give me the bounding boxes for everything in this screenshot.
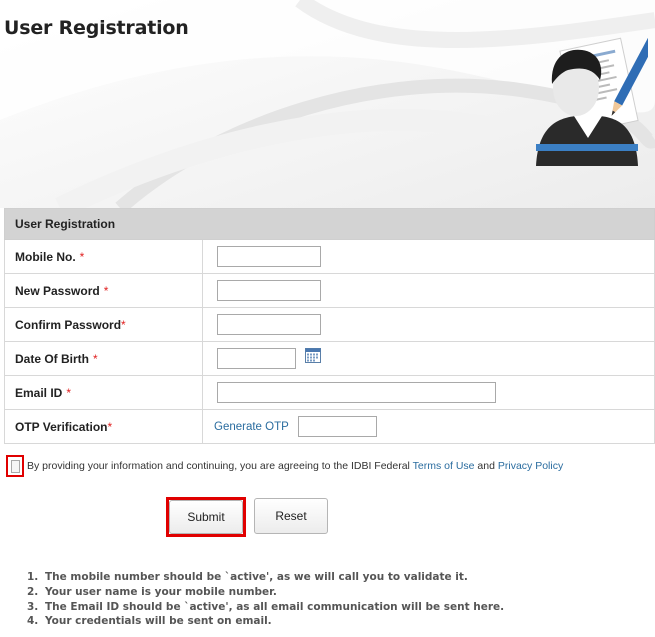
confirm-password-input-cell <box>203 308 654 341</box>
generate-otp-link[interactable]: Generate OTP <box>214 421 289 433</box>
required-marker: * <box>79 249 85 264</box>
new-password-input-cell <box>203 274 654 307</box>
mobile-input[interactable] <box>217 246 321 267</box>
new-password-label-cell: New Password * <box>5 274 203 307</box>
registration-notes: 1. The mobile number should be `active', … <box>27 570 504 629</box>
registration-form: User Registration Mobile No. * New Passw… <box>4 208 655 444</box>
note-item: 4. Your credentials will be sent on email… <box>27 615 272 628</box>
user-with-document-and-pencil-icon <box>536 30 648 166</box>
submit-button[interactable]: Submit <box>169 500 243 534</box>
required-marker: * <box>121 317 126 332</box>
required-marker: * <box>107 419 113 434</box>
required-marker: * <box>66 385 72 400</box>
new-password-label: New Password <box>15 283 100 298</box>
dob-row: Date Of Birth * <box>4 342 655 376</box>
dob-label-cell: Date Of Birth * <box>5 342 203 375</box>
consent-checkbox[interactable] <box>10 459 20 473</box>
submit-button-highlight: Submit <box>166 497 246 537</box>
dob-input[interactable] <box>217 348 296 369</box>
email-input-cell <box>203 376 654 409</box>
otp-input[interactable] <box>297 416 377 437</box>
confirm-password-input[interactable] <box>217 314 321 335</box>
page-title: User Registration <box>4 17 189 39</box>
dob-label: Date Of Birth <box>15 351 90 366</box>
mobile-label-cell: Mobile No. * <box>5 240 203 273</box>
new-password-row: New Password * <box>4 274 655 308</box>
dob-input-cell <box>203 342 654 375</box>
form-section-header: User Registration <box>4 208 655 240</box>
otp-input-cell: Generate OTP <box>203 410 654 443</box>
privacy-policy-link[interactable]: Privacy Policy <box>498 460 563 472</box>
mobile-label: Mobile No. <box>15 249 76 264</box>
consent-statement: By providing your information and contin… <box>27 460 410 472</box>
mobile-input-cell <box>203 240 654 273</box>
consent-row: By providing your information and contin… <box>6 455 563 477</box>
email-label-cell: Email ID * <box>5 376 203 409</box>
email-label: Email ID <box>15 385 63 400</box>
email-row: Email ID * <box>4 376 655 410</box>
calendar-icon[interactable] <box>305 348 321 363</box>
consent-checkbox-highlight <box>6 455 24 477</box>
new-password-input[interactable] <box>217 280 321 301</box>
confirm-password-label: Confirm Password <box>15 317 122 332</box>
reset-button[interactable]: Reset <box>254 498 328 534</box>
note-item: 1. The mobile number should be `active', … <box>27 571 468 583</box>
note-item: 3. The Email ID should be `active', as al… <box>27 600 505 613</box>
required-marker: * <box>93 351 98 366</box>
otp-label: OTP Verification <box>15 419 108 434</box>
otp-label-cell: OTP Verification * <box>5 410 203 443</box>
email-input[interactable] <box>217 382 496 403</box>
consent-and: and <box>477 460 495 472</box>
mobile-row: Mobile No. * <box>4 240 655 274</box>
terms-of-use-link[interactable]: Terms of Use <box>413 460 475 472</box>
required-marker: * <box>103 283 109 298</box>
confirm-password-label-cell: Confirm Password * <box>5 308 203 341</box>
otp-row: OTP Verification * Generate OTP <box>4 410 655 444</box>
page-banner: User Registration <box>0 0 655 208</box>
note-item: 2. Your user name is your mobile number. <box>27 585 277 598</box>
confirm-password-row: Confirm Password * <box>4 308 655 342</box>
consent-text: By providing your information and contin… <box>27 460 563 472</box>
